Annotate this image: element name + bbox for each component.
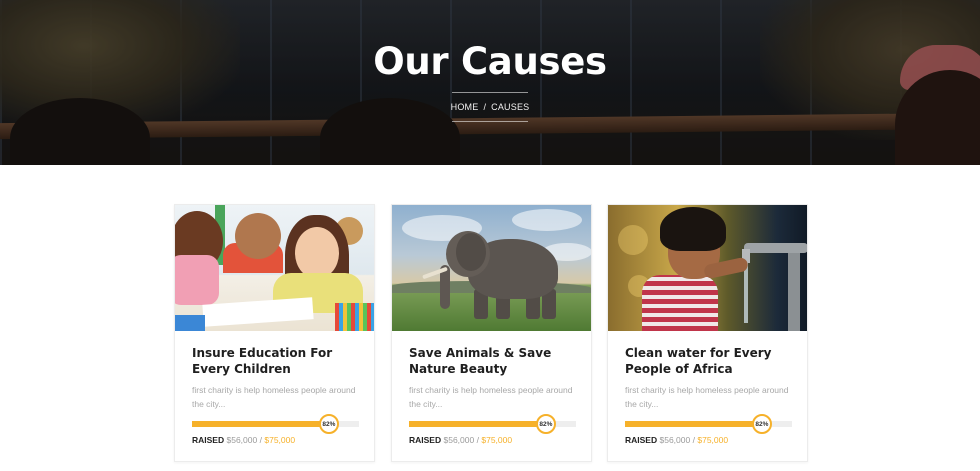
goal-amount: $75,000: [481, 435, 513, 445]
breadcrumb-home-link[interactable]: HOME: [451, 102, 479, 112]
goal-amount: $75,000: [697, 435, 729, 445]
image-detail: [295, 227, 339, 279]
cause-title[interactable]: Save Animals & Save Nature Beauty: [409, 345, 579, 377]
cause-image-animals[interactable]: [392, 205, 591, 331]
goal-separator: /: [692, 435, 695, 445]
cause-description: first charity is help homeless people ar…: [409, 385, 573, 409]
raised-summary: RAISED $56,000 / $75,000: [192, 435, 372, 445]
goal-separator: /: [476, 435, 479, 445]
progress-percent-badge: 82%: [751, 414, 772, 434]
image-detail: [642, 275, 718, 331]
cause-description: first charity is help homeless people ar…: [625, 385, 789, 409]
raised-amount: $56,000: [659, 435, 691, 445]
breadcrumb-current: CAUSES: [491, 102, 530, 112]
breadcrumb-separator: /: [483, 102, 487, 112]
progress-fill: [625, 421, 762, 427]
cause-card-water[interactable]: Clean water for Every People of Africa f…: [607, 204, 808, 462]
image-detail: [788, 249, 800, 331]
raised-summary: RAISED $56,000 / $75,000: [625, 435, 805, 445]
raised-label: RAISED: [625, 435, 658, 445]
cause-title[interactable]: Insure Education For Every Children: [192, 345, 362, 377]
goal-amount: $75,000: [264, 435, 296, 445]
image-detail: [456, 233, 486, 271]
progress-percent-badge: 82%: [318, 414, 339, 434]
image-detail: [618, 225, 648, 255]
image-detail: [335, 303, 374, 331]
cause-title[interactable]: Clean water for Every People of Africa: [625, 345, 795, 377]
progress-percent-badge: 82%: [535, 414, 556, 434]
hero-banner: Our Causes HOME / CAUSES: [0, 0, 980, 165]
raised-summary: RAISED $56,000 / $75,000: [409, 435, 589, 445]
image-detail: [744, 263, 748, 323]
cause-card-animals[interactable]: Save Animals & Save Nature Beauty first …: [391, 204, 592, 462]
cause-image-water[interactable]: [608, 205, 807, 331]
cause-image-education[interactable]: [175, 205, 374, 331]
raised-amount: $56,000: [226, 435, 258, 445]
cause-card-education[interactable]: Insure Education For Every Children firs…: [174, 204, 375, 462]
image-detail: [202, 297, 314, 327]
progress-bar: 82%: [192, 414, 359, 434]
image-detail: [235, 213, 281, 259]
raised-label: RAISED: [192, 435, 225, 445]
cause-description: first charity is help homeless people ar…: [192, 385, 356, 409]
goal-separator: /: [259, 435, 262, 445]
breadcrumb: HOME / CAUSES: [451, 92, 530, 122]
progress-fill: [192, 421, 329, 427]
image-detail: [744, 243, 807, 253]
image-detail: [175, 315, 205, 331]
progress-fill: [409, 421, 546, 427]
image-detail: [512, 209, 582, 231]
page-title: Our Causes: [373, 40, 607, 83]
raised-amount: $56,000: [443, 435, 475, 445]
progress-bar: 82%: [409, 414, 576, 434]
image-detail: [660, 207, 726, 251]
image-detail: [175, 255, 219, 305]
progress-bar: 82%: [625, 414, 792, 434]
raised-label: RAISED: [409, 435, 442, 445]
